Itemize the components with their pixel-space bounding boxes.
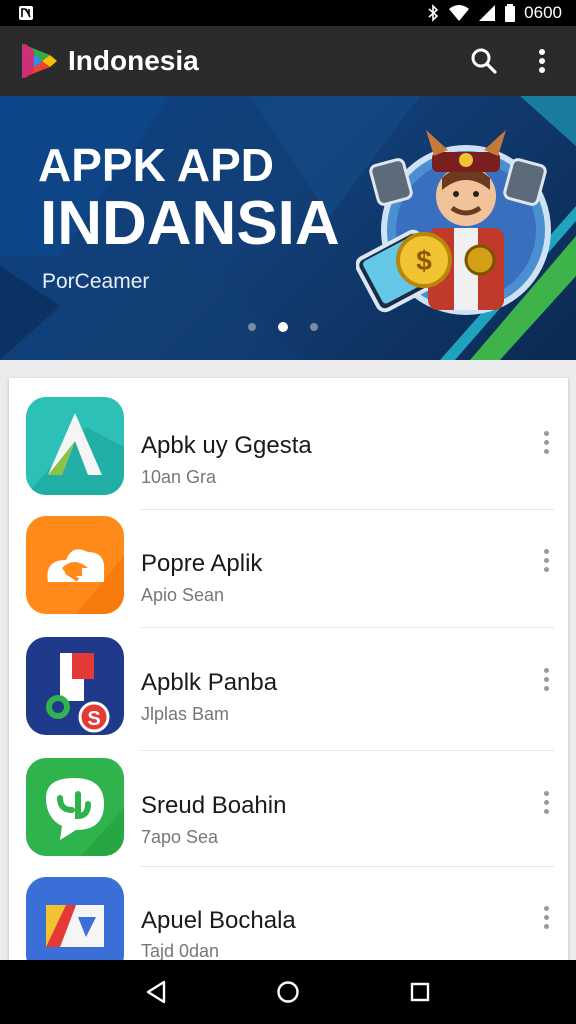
cloud-arrow-icon <box>26 549 124 614</box>
promo-banner[interactable]: APPK APD INDANSIA PorCeamer $ <box>0 96 576 360</box>
mascot-illustration-icon: $ <box>356 130 551 315</box>
play-shape-icon <box>46 905 104 947</box>
app-name: Sreud Boahin <box>141 792 287 819</box>
home-button[interactable] <box>268 972 308 1012</box>
banner-subtitle: PorCeamer <box>42 270 150 293</box>
chat-bubble-icon <box>26 778 124 856</box>
app-bar: Indonesia <box>0 26 576 96</box>
app-list-item[interactable]: Apbk uy Ggesta 10an Gra <box>9 388 568 506</box>
signal-icon <box>479 5 496 21</box>
app-subtitle: Jlplas Bam <box>141 704 230 724</box>
app-more-button[interactable] <box>534 659 558 699</box>
carousel-dot[interactable] <box>310 323 318 331</box>
system-nav-bar <box>0 960 576 1024</box>
home-circle-icon <box>277 981 299 1003</box>
status-right: 0600 <box>426 3 562 23</box>
app-more-button[interactable] <box>534 422 558 462</box>
search-button[interactable] <box>464 41 504 81</box>
status-left <box>18 5 34 21</box>
app-subtitle: 10an Gra <box>141 467 217 487</box>
app-subtitle: 7apo Sea <box>141 827 219 847</box>
app-icon <box>26 516 124 614</box>
app-name: Apblk Panba <box>141 669 278 696</box>
app-icon: S <box>26 637 124 735</box>
app-list: Apbk uy Ggesta 10an Gra Popre Aplik Apio… <box>9 378 568 960</box>
banner-headline: APPK APD <box>38 139 274 191</box>
app-more-button[interactable] <box>534 782 558 822</box>
play-store-logo-icon <box>22 44 57 78</box>
svg-text:S: S <box>87 708 100 730</box>
app-subtitle: Tajd 0dan <box>141 941 220 960</box>
app-name: Apuel Bochala <box>141 907 296 934</box>
search-icon <box>471 48 497 74</box>
app-more-button[interactable] <box>534 897 558 937</box>
notification-icon <box>19 6 33 20</box>
app-title: Indonesia <box>68 45 199 76</box>
battery-icon <box>505 4 516 22</box>
app-icon <box>26 397 124 495</box>
app-list-item[interactable]: Apuel Bochala Tajd 0dan <box>9 865 568 960</box>
music-note-icon: S <box>46 653 110 733</box>
recents-square-icon <box>410 982 430 1002</box>
banner-title: INDANSIA <box>40 189 340 258</box>
app-list-item[interactable]: Popre Aplik Apio Sean <box>9 506 568 624</box>
carousel-indicator[interactable] <box>248 322 318 332</box>
status-time: 0600 <box>524 3 562 22</box>
recents-button[interactable] <box>400 972 440 1012</box>
app-name: Apbk uy Ggesta <box>141 432 312 459</box>
back-triangle-icon <box>146 980 166 1004</box>
app-subtitle: Apio Sean <box>141 585 225 605</box>
status-bar: 0600 <box>0 0 576 26</box>
app-list-item[interactable]: S Apblk Panba Jlplas Bam <box>9 625 568 743</box>
overflow-menu-button[interactable] <box>522 41 562 81</box>
more-vert-icon <box>539 49 545 73</box>
app-icon <box>26 877 124 960</box>
carousel-dot-active[interactable] <box>278 322 288 332</box>
carousel-dot[interactable] <box>248 323 256 331</box>
app-icon <box>26 758 124 856</box>
app-list-item[interactable]: Sreud Boahin 7apo Sea <box>9 748 568 866</box>
letter-a-icon <box>26 413 124 495</box>
wifi-icon <box>449 5 470 21</box>
app-name: Popre Aplik <box>141 550 263 577</box>
back-button[interactable] <box>136 972 176 1012</box>
svg-text:$: $ <box>416 245 432 276</box>
bluetooth-icon <box>428 4 439 22</box>
app-more-button[interactable] <box>534 540 558 580</box>
